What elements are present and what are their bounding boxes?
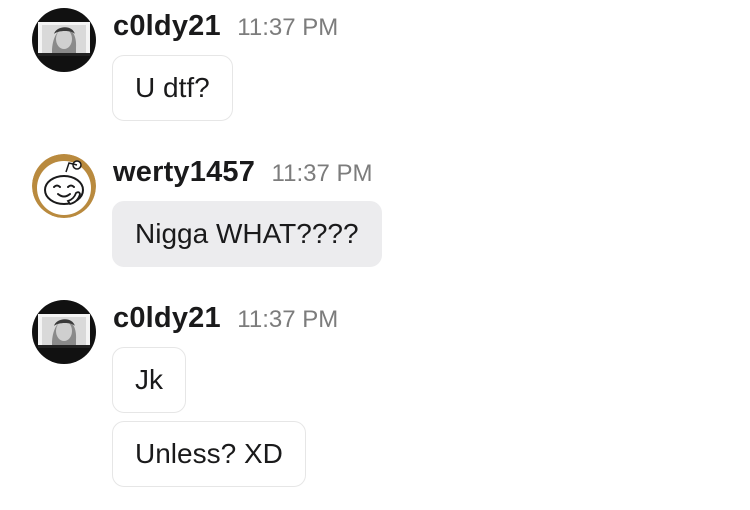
message-bubble[interactable]: Nigga WHAT???? [112,201,382,267]
message-header: werty1457 11:37 PM [113,156,372,189]
timestamp: 11:37 PM [237,306,339,333]
user-photo-avatar-icon[interactable] [32,8,96,72]
message-header: c0ldy21 11:37 PM [113,302,338,335]
timestamp: 11:37 PM [271,160,373,187]
message-bubble[interactable]: Unless? XD [112,421,306,487]
username[interactable]: c0ldy21 [113,302,221,334]
user-photo-avatar-icon[interactable] [32,300,96,364]
username[interactable]: werty1457 [113,156,255,188]
message-bubble[interactable]: U dtf? [112,55,233,121]
message-bubble[interactable]: Jk [112,347,186,413]
timestamp: 11:37 PM [237,14,339,41]
reddit-snoo-avatar-icon[interactable] [32,154,96,218]
message-header: c0ldy21 11:37 PM [113,10,338,43]
username[interactable]: c0ldy21 [113,10,221,42]
